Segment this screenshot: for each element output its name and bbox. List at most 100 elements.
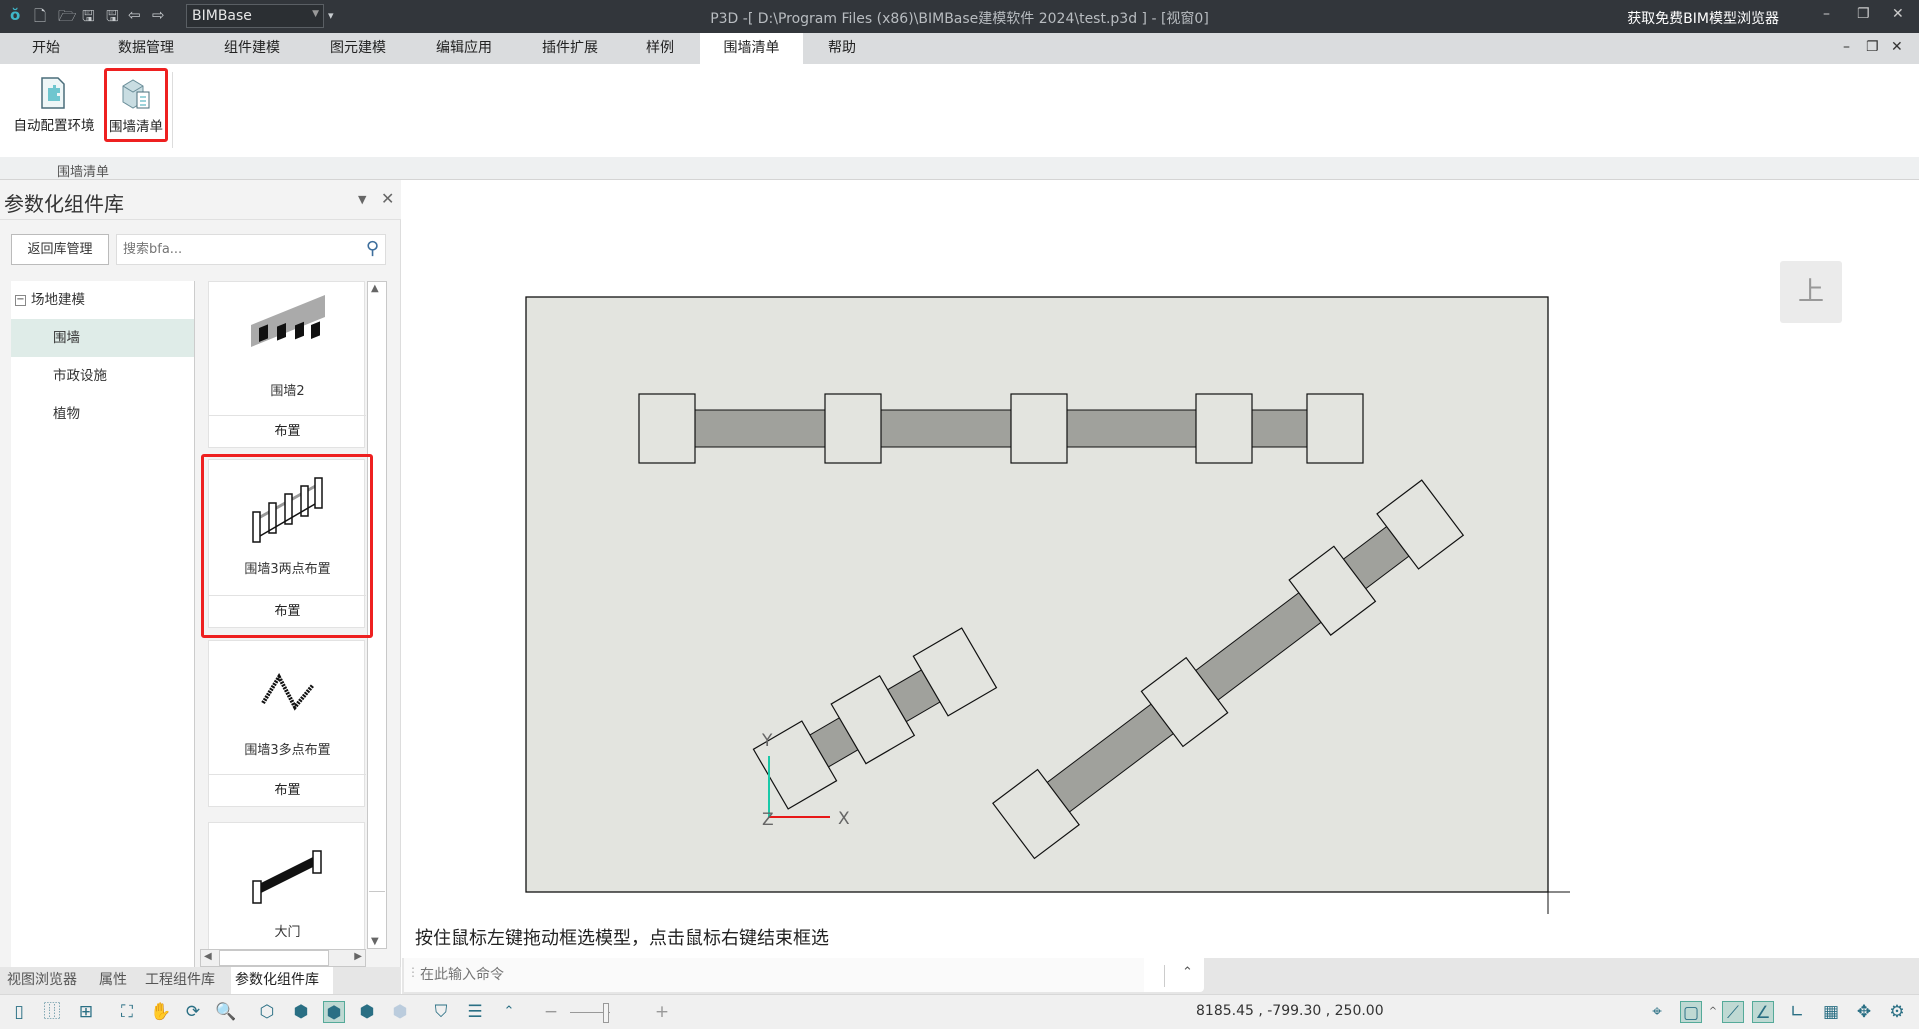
workplane-menu-icon[interactable]: ^ xyxy=(1702,1001,1724,1023)
zoom-in-icon[interactable]: + xyxy=(651,1001,673,1023)
zoom-extents-icon[interactable]: ⛶ xyxy=(116,1001,138,1023)
doc-close-icon[interactable]: ✕ xyxy=(1891,39,1903,55)
close-icon[interactable]: ✕ xyxy=(1892,6,1904,22)
restore-icon[interactable]: ❐ xyxy=(1857,6,1870,22)
wall-post xyxy=(1010,393,1068,464)
tab-samples[interactable]: 样例 xyxy=(630,33,690,64)
tab-wall-list[interactable]: 围墙清单 xyxy=(700,33,803,64)
shaded-edges-cube-icon[interactable]: ⬢ xyxy=(356,1001,378,1023)
layers-icon[interactable]: ☰ xyxy=(464,1001,486,1023)
drag-handle-icon[interactable]: ⋮ xyxy=(407,965,419,979)
scroll-thumb[interactable] xyxy=(369,302,385,892)
ribbon: 自动配置环境 围墙清单 xyxy=(0,64,1919,157)
wall-list-label: 围墙清单 xyxy=(109,119,163,135)
tab-start[interactable]: 开始 xyxy=(16,33,76,64)
scene-canvas[interactable]: Y X Z xyxy=(402,180,1919,958)
pan-hand-icon[interactable]: ✋ xyxy=(150,1001,172,1023)
angle-snap-icon[interactable]: ∠ xyxy=(1752,1001,1774,1023)
place-button[interactable]: 布置 xyxy=(209,774,366,806)
command-bar: ⋮ ⌃ xyxy=(402,958,1919,994)
settings-gear-icon[interactable]: ⚙ xyxy=(1886,1001,1908,1023)
component-card[interactable]: 围墙2 布置 xyxy=(208,281,366,448)
realistic-cube-icon[interactable]: ⬢ xyxy=(389,1001,411,1023)
hidden-line-cube-icon[interactable]: ⬢ xyxy=(290,1001,312,1023)
view-cube-top[interactable]: 上 xyxy=(1780,261,1842,323)
tab-data-management[interactable]: 数据管理 xyxy=(106,33,186,64)
add-window-icon[interactable]: ⊞ xyxy=(75,1001,97,1023)
tab-project-library[interactable]: 工程组件库 xyxy=(141,967,219,994)
panel-menu-chevron-icon[interactable]: ▼ xyxy=(358,193,366,206)
doc-minimize-icon[interactable]: – xyxy=(1843,39,1850,55)
expand-up-icon[interactable]: ⌃ xyxy=(498,1001,520,1023)
wireframe-cube-icon[interactable]: ⬡ xyxy=(256,1001,278,1023)
component-card[interactable]: 围墙3两点布置 布置 xyxy=(208,459,366,628)
panel-title: 参数化组件库 xyxy=(4,192,124,216)
component-card[interactable]: 围墙3多点布置 布置 xyxy=(208,640,366,807)
command-input[interactable] xyxy=(404,958,1144,992)
tab-help[interactable]: 帮助 xyxy=(812,33,872,64)
tab-edit-apply[interactable]: 编辑应用 xyxy=(424,33,504,64)
panel-close-icon[interactable]: ✕ xyxy=(381,189,394,208)
place-button[interactable]: 布置 xyxy=(209,415,366,447)
grid-icon[interactable]: ▦ xyxy=(1820,1001,1842,1023)
tab-parametric-library[interactable]: 参数化组件库 xyxy=(231,967,333,994)
scroll-down-icon[interactable]: ▼ xyxy=(371,936,379,947)
cursor-coordinates: 8185.45 , -799.30 , 250.00 xyxy=(1196,1003,1384,1019)
section-box-icon[interactable]: ⛉ xyxy=(430,1001,452,1023)
scroll-up-icon[interactable]: ▲ xyxy=(371,283,379,294)
box-list-icon xyxy=(122,79,150,109)
search-box: ⚲ xyxy=(116,234,386,265)
component-name: 围墙2 xyxy=(270,384,305,399)
horizontal-scrollbar[interactable]: ◀ ▶ xyxy=(200,949,366,967)
prompt-hint: 按住鼠标左键拖动框选模型，点击鼠标右键结束框选 xyxy=(415,928,829,949)
tab-view-browser[interactable]: 视图浏览器 xyxy=(3,967,81,994)
free-viewer-link[interactable]: 获取免费BIM模型浏览器 xyxy=(1627,8,1779,28)
expand-history-icon[interactable]: ⌃ xyxy=(1182,965,1193,980)
search-input[interactable] xyxy=(117,235,347,264)
auto-config-env-label: 自动配置环境 xyxy=(13,118,95,134)
shaded-cube-icon[interactable]: ⬢ xyxy=(323,1001,345,1023)
new-view-icon[interactable]: ▯ xyxy=(8,1001,30,1023)
zoom-out-icon[interactable]: − xyxy=(540,1001,562,1023)
ribbon-group-bar: 围墙清单 xyxy=(0,157,1919,180)
return-library-button[interactable]: 返回库管理 xyxy=(11,234,109,265)
wall-post xyxy=(638,393,696,464)
split-view-icon[interactable]: ⿲ xyxy=(41,1001,63,1023)
tree-node-wall[interactable]: 围墙 xyxy=(11,319,194,357)
polar-tracking-icon[interactable]: ⟋ xyxy=(1722,1001,1744,1023)
tree-node-municipal[interactable]: 市政设施 xyxy=(11,357,194,395)
collapse-icon[interactable]: − xyxy=(15,294,26,306)
tree-node-site-modeling[interactable]: − 场地建模 xyxy=(11,281,194,319)
component-name: 围墙3多点布置 xyxy=(244,743,331,758)
3d-viewport[interactable]: Y X Z 上 按住鼠标左键拖动框选模型，点击鼠标右键结束框选 xyxy=(402,180,1919,958)
navigation-icon[interactable]: ✥ xyxy=(1853,1001,1875,1023)
search-icon[interactable]: ⚲ xyxy=(366,238,379,259)
zoom-slider-thumb[interactable] xyxy=(603,1003,609,1023)
component-card[interactable]: 大门 xyxy=(208,822,365,949)
auto-config-env-button[interactable]: 自动配置环境 xyxy=(6,70,102,142)
status-bar: ▯ ⿲ ⊞ ⛶ ✋ ⟳ 🔍 ⬡ ⬢ ⬢ ⬢ ⬢ ⛉ ☰ ⌃ − + 8185.4… xyxy=(0,994,1919,1029)
snap-settings-icon[interactable]: ⌖ xyxy=(1646,1001,1668,1023)
tab-plugins[interactable]: 插件扩展 xyxy=(530,33,610,64)
scroll-left-icon[interactable]: ◀ xyxy=(204,951,212,962)
tab-properties[interactable]: 属性 xyxy=(95,967,131,994)
tab-component-modeling[interactable]: 组件建模 xyxy=(212,33,292,64)
vertical-scrollbar[interactable]: ▲ ▼ xyxy=(367,281,387,949)
ribbon-divider xyxy=(172,72,173,148)
wall3-two-point-thumbnail xyxy=(252,477,323,543)
tab-element-modeling[interactable]: 图元建模 xyxy=(318,33,398,64)
doc-restore-icon[interactable]: ❐ xyxy=(1866,39,1879,55)
minimize-icon[interactable]: – xyxy=(1823,6,1830,22)
zoom-icon[interactable]: 🔍 xyxy=(215,1001,237,1023)
place-button[interactable]: 布置 xyxy=(209,595,366,627)
orbit-icon[interactable]: ⟳ xyxy=(182,1001,204,1023)
divider xyxy=(1164,965,1165,987)
wall-list-button[interactable]: 围墙清单 xyxy=(104,68,168,142)
scroll-right-icon[interactable]: ▶ xyxy=(354,951,362,962)
wall-post xyxy=(824,393,882,464)
workplane-icon[interactable]: ▢ xyxy=(1680,1001,1702,1023)
wall3-multi-point-thumbnail xyxy=(261,672,315,711)
ortho-icon[interactable]: ∟ xyxy=(1786,1001,1808,1023)
tree-node-plants[interactable]: 植物 xyxy=(11,395,194,433)
hscroll-thumb[interactable] xyxy=(219,950,329,966)
